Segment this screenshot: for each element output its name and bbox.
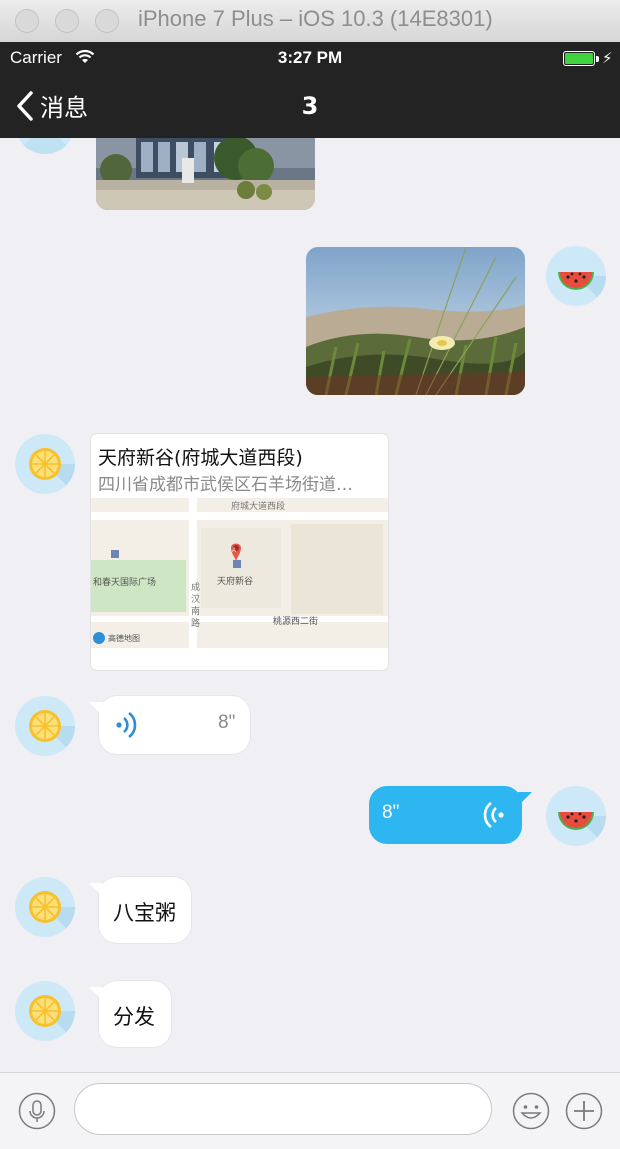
outgoing-voice-message[interactable]: 8": [369, 786, 532, 844]
incoming-text-message[interactable]: 八宝粥: [89, 877, 191, 943]
lemon-avatar-icon: [29, 995, 75, 1041]
chat-input-toolbar: [0, 1072, 620, 1149]
zoom-window-button[interactable]: [95, 9, 119, 33]
conversation-title: 3: [301, 92, 319, 120]
outgoing-image-message[interactable]: [306, 247, 525, 395]
watermelon-avatar-icon: [558, 272, 606, 306]
message-text: 八宝粥: [113, 901, 176, 925]
charging-bolt-icon: ⚡︎: [602, 49, 613, 67]
sender-avatar[interactable]: [15, 877, 75, 937]
map-label-road-v4: 路: [191, 617, 200, 629]
map-label-road-v1: 成: [191, 581, 200, 593]
navigation-bar: 消息 3: [0, 76, 620, 138]
voice-input-button[interactable]: [18, 1092, 56, 1130]
lemon-avatar-icon: [29, 710, 75, 756]
building-photo: [96, 138, 315, 210]
voice-duration: 8": [382, 802, 400, 823]
close-window-button[interactable]: [15, 9, 39, 33]
battery-icon: [563, 51, 595, 66]
simulator-title-bar: iPhone 7 Plus – iOS 10.3 (14E8301): [0, 0, 620, 43]
sender-avatar[interactable]: [15, 696, 75, 756]
voice-wave-icon: [116, 711, 137, 739]
battery-tip: [596, 56, 599, 62]
incoming-image-message[interactable]: [96, 138, 315, 210]
map-label-road-v3: 南: [191, 605, 200, 617]
map-watermark: 高德地图: [108, 633, 140, 643]
minimize-window-button[interactable]: [55, 9, 79, 33]
chat-message-list[interactable]: 天府新谷(府城大道西段) 四川省成都市武侯区石羊场街道… A 府城大道西段 和春…: [0, 138, 620, 1072]
location-message-card[interactable]: 天府新谷(府城大道西段) 四川省成都市武侯区石羊场街道… A 府城大道西段 和春…: [91, 434, 388, 670]
lemon-avatar-icon: [29, 448, 75, 494]
location-title: 天府新谷(府城大道西段): [98, 447, 303, 469]
more-options-button[interactable]: [565, 1092, 603, 1130]
plus-icon: [565, 1092, 603, 1130]
my-avatar[interactable]: [546, 786, 606, 846]
simulator-title: iPhone 7 Plus – iOS 10.3 (14E8301): [138, 6, 493, 31]
sender-avatar[interactable]: [15, 434, 75, 494]
status-time: 3:27 PM: [277, 48, 343, 67]
microphone-icon: [18, 1092, 56, 1130]
lemon-avatar-icon: [15, 138, 75, 154]
status-bar: Carrier 3:27 PM ⚡︎: [0, 42, 620, 76]
incoming-text-message[interactable]: 分发: [89, 981, 171, 1047]
message-input[interactable]: [74, 1083, 492, 1135]
emoji-button[interactable]: [512, 1092, 550, 1130]
map-label-road-v2: 汉: [191, 594, 200, 605]
lemon-avatar-icon: [29, 891, 75, 937]
incoming-voice-message[interactable]: 8": [89, 696, 250, 754]
map-label-poi: 天府新谷: [217, 575, 253, 587]
location-address: 四川省成都市武侯区石羊场街道…: [98, 475, 353, 495]
map-pin-label: A: [232, 548, 236, 554]
location-map: A 府城大道西段 和春天国际广场 天府新谷 成 汉 南 路 桃源西二街 高德地图: [91, 498, 388, 648]
watermelon-avatar-icon: [558, 812, 606, 846]
map-label-plaza: 和春天国际广场: [93, 576, 156, 588]
smiley-icon: [512, 1092, 550, 1130]
sender-avatar[interactable]: [15, 138, 75, 154]
map-label-street: 桃源西二街: [273, 615, 318, 627]
map-label-road: 府城大道西段: [231, 500, 285, 512]
message-text: 分发: [113, 1005, 155, 1029]
plant-photo: [306, 247, 525, 395]
my-avatar[interactable]: [546, 246, 606, 306]
voice-duration: 8": [218, 712, 236, 733]
voice-wave-icon: [483, 801, 504, 829]
sender-avatar[interactable]: [15, 981, 75, 1041]
